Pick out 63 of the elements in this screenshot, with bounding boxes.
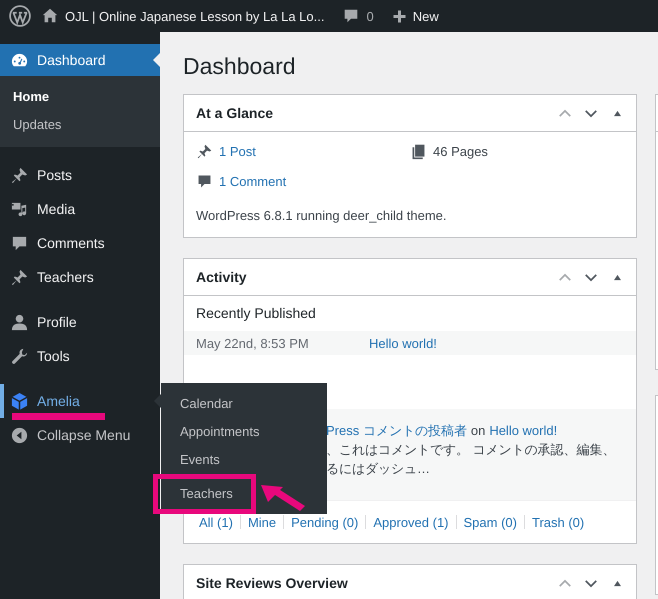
comment-filter-link[interactable]: Mine bbox=[248, 514, 276, 530]
pushpin-icon bbox=[10, 166, 29, 184]
menu-item[interactable]: Tools bbox=[0, 339, 160, 373]
comment-post-link[interactable]: Hello world! bbox=[489, 421, 558, 440]
menu-item[interactable]: Dashboard bbox=[0, 44, 160, 76]
menu-item[interactable]: Amelia bbox=[0, 384, 160, 418]
site-title-link[interactable]: OJL | Online Japanese Lesson by La La Lo... bbox=[65, 8, 324, 24]
pages-count: 46 Pages bbox=[433, 144, 488, 158]
comment-filter-link[interactable]: All (1) bbox=[199, 514, 233, 530]
version-text: WordPress 6.8.1 running deer_child theme. bbox=[196, 207, 448, 225]
flyout-menu-item[interactable]: Calendar bbox=[161, 390, 327, 418]
comment-filter-link[interactable]: Spam (0) bbox=[464, 514, 517, 530]
speech-bubble-icon bbox=[196, 172, 213, 190]
comment-filter-link[interactable]: Trash (0) bbox=[532, 514, 584, 530]
pages-icon bbox=[410, 142, 427, 160]
current-pointer bbox=[153, 53, 160, 67]
pointer-arrow bbox=[260, 484, 306, 512]
chevron-up-icon bbox=[558, 272, 572, 282]
post-title-link[interactable]: Hello world! bbox=[369, 336, 437, 350]
comment-excerpt: るにはダッシュ… bbox=[326, 460, 431, 478]
pushpin-icon bbox=[10, 268, 29, 286]
widget-title: Activity bbox=[196, 269, 248, 285]
menu-item[interactable]: Profile bbox=[0, 305, 160, 339]
comments-link[interactable]: 1 Comment bbox=[219, 174, 286, 188]
submenu-item[interactable]: Home bbox=[0, 83, 160, 111]
chevron-up-icon bbox=[558, 578, 572, 588]
comment-author-link[interactable]: Press コメントの投稿者 bbox=[326, 421, 467, 440]
comment-excerpt: 、これはコメントです。 コメントの承認、編集、 bbox=[326, 441, 617, 459]
widget-title: At a Glance bbox=[196, 105, 274, 121]
flyout-menu-item[interactable]: Events bbox=[161, 446, 327, 474]
menu-item[interactable]: Comments bbox=[0, 226, 160, 260]
menu-item[interactable]: Media bbox=[0, 192, 160, 226]
collapse-menu-button[interactable]: Collapse Menu bbox=[0, 418, 160, 452]
chevron-down-icon bbox=[584, 272, 598, 282]
person-icon bbox=[10, 312, 29, 332]
comment-on-text: on bbox=[470, 422, 486, 440]
page-title: Dashboard bbox=[183, 52, 297, 81]
submenu-item[interactable]: Updates bbox=[0, 111, 160, 139]
triangle-up-icon bbox=[612, 274, 622, 280]
comment-filter-link[interactable]: Approved (1) bbox=[373, 514, 449, 530]
house-icon[interactable] bbox=[41, 7, 59, 25]
new-menu-link[interactable]: New bbox=[412, 8, 439, 24]
widget-title: Site Reviews Overview bbox=[196, 575, 349, 591]
section-heading: Recently Published bbox=[195, 304, 317, 323]
posts-link[interactable]: 1 Post bbox=[219, 144, 256, 158]
hexagon-logo-icon bbox=[10, 392, 29, 410]
chevron-down-icon bbox=[584, 578, 598, 588]
flyout-menu-item[interactable]: Appointments bbox=[161, 418, 327, 446]
triangle-up-icon bbox=[612, 580, 622, 586]
pushpin-icon bbox=[196, 142, 213, 160]
menu-item[interactable]: Teachers bbox=[0, 260, 160, 294]
speech-bubble-icon[interactable] bbox=[342, 7, 360, 25]
menu-item[interactable]: Posts bbox=[0, 158, 160, 192]
chevron-down-icon bbox=[584, 108, 598, 118]
wrench-icon bbox=[10, 346, 29, 366]
wordpress-logo-icon[interactable] bbox=[9, 5, 31, 27]
comment-count[interactable]: 0 bbox=[366, 8, 374, 24]
triangle-up-icon bbox=[612, 110, 622, 116]
post-date: May 22nd, 8:53 PM bbox=[196, 336, 310, 350]
flyout-menu-item[interactable]: Teachers bbox=[153, 474, 256, 514]
comment-filter-link[interactable]: Pending (0) bbox=[291, 514, 358, 530]
plus-icon[interactable] bbox=[392, 8, 407, 24]
chevron-up-icon bbox=[558, 108, 572, 118]
